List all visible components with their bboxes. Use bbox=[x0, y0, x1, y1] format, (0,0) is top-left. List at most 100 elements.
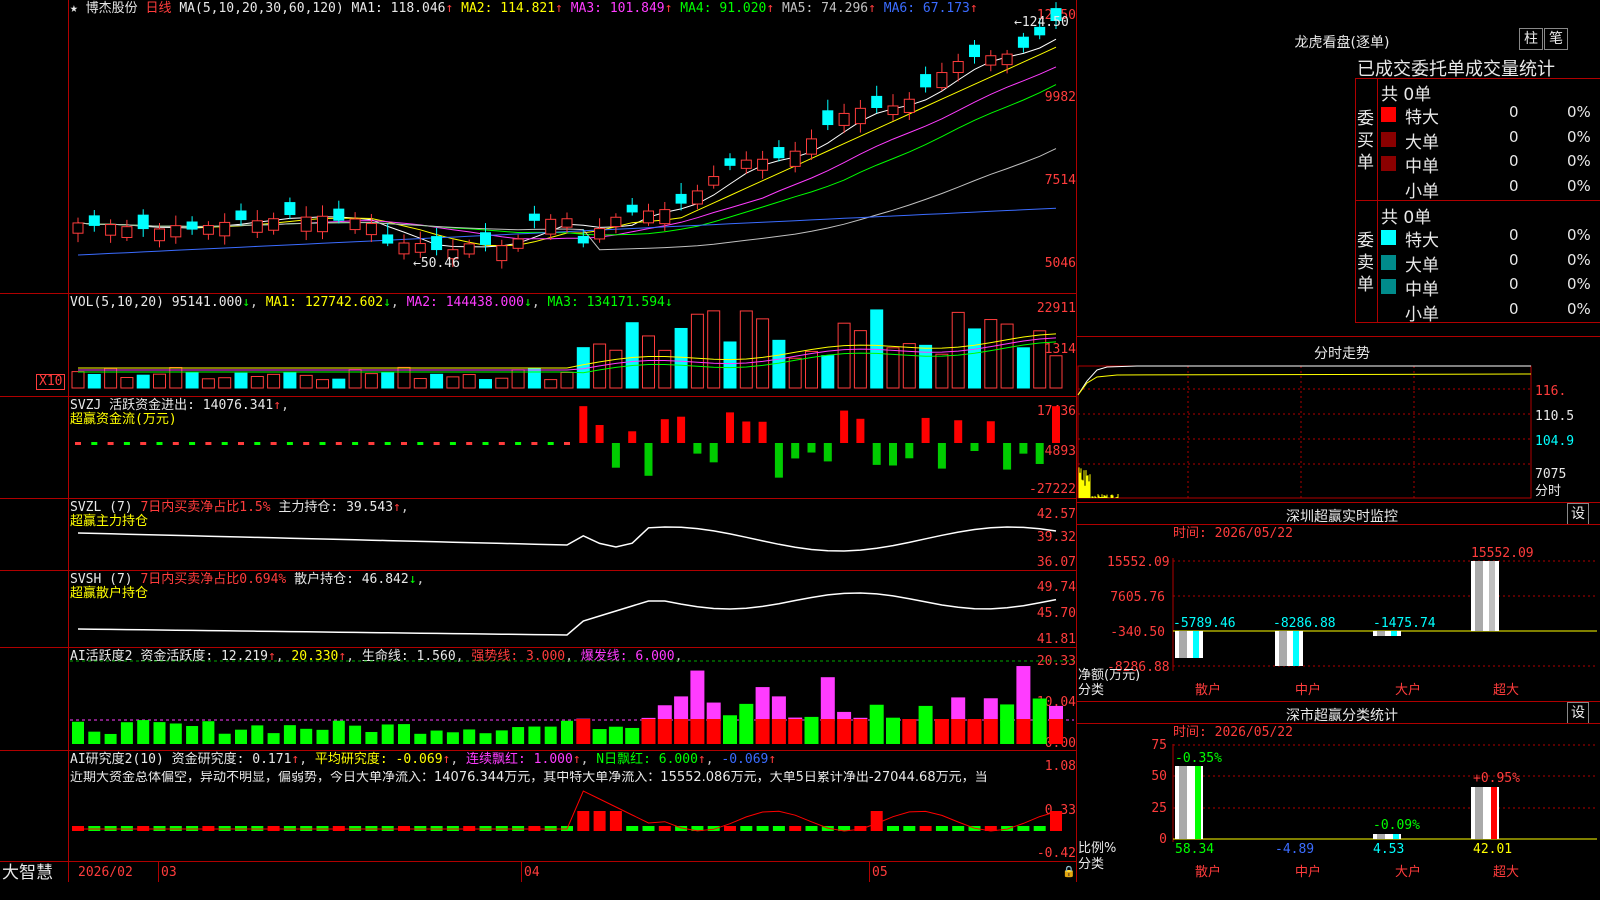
candle-body bbox=[920, 74, 932, 88]
activity-bar bbox=[349, 725, 362, 744]
ai-activity-bars bbox=[70, 660, 1074, 744]
candle-body bbox=[757, 158, 769, 171]
activity-bar bbox=[267, 733, 280, 744]
activity-bar bbox=[869, 704, 884, 744]
intraday-panel[interactable]: 分时走势 116. 110.5 104.9 7075 分时 bbox=[1077, 337, 1600, 502]
price-panel[interactable]: ★ 博杰股份 日线 MA(5,10,20,30,60,120) MA1: 118… bbox=[0, 0, 1076, 293]
sell-row-label: 特大 bbox=[1405, 231, 1439, 251]
candle-body bbox=[838, 112, 850, 126]
activity-bar bbox=[169, 723, 182, 744]
svsh-panel[interactable]: SVSH (7) 7日内买卖净占比0.694% 散户持仓: 46.842↓, 超… bbox=[0, 571, 1076, 647]
flow-bar bbox=[791, 443, 800, 459]
lock-icon[interactable]: 🔒 bbox=[1062, 865, 1076, 879]
activity-bar bbox=[934, 719, 949, 744]
flow-bar bbox=[335, 442, 342, 445]
research-bar bbox=[658, 826, 671, 831]
flow-bar bbox=[352, 442, 359, 445]
flow-bar bbox=[611, 443, 620, 468]
activity-bar bbox=[1049, 705, 1063, 719]
buy-row-count: 0 bbox=[1509, 176, 1519, 195]
candlestick-chart[interactable] bbox=[0, 0, 1076, 293]
net-bar-edge bbox=[1391, 631, 1397, 636]
activity-bar bbox=[430, 730, 443, 744]
activity-bar bbox=[837, 719, 852, 744]
svzj-panel[interactable]: SVZJ 活跃资金进出: 14076.341↑, 超赢资金流(万元) 17436… bbox=[0, 397, 1076, 498]
app-brand: 大智慧 bbox=[2, 863, 53, 883]
research-bar bbox=[707, 826, 720, 831]
flow-bar bbox=[709, 443, 718, 463]
bar-toggle-button[interactable]: 柱 bbox=[1519, 28, 1543, 50]
class-bar-shade bbox=[1179, 766, 1187, 839]
candle-body bbox=[740, 159, 752, 169]
candle-body bbox=[822, 110, 834, 126]
candle-body bbox=[300, 216, 312, 232]
volume-bar bbox=[935, 353, 949, 389]
activity-bar bbox=[755, 687, 770, 719]
activity-bar bbox=[739, 703, 754, 744]
research-bar bbox=[772, 826, 785, 831]
net-bar-shade bbox=[1179, 631, 1187, 658]
volume-panel[interactable]: VOL(5,10,20) 95141.000↓, MA1: 127742.602… bbox=[0, 294, 1076, 396]
volume-bar bbox=[71, 371, 85, 389]
volume-bar bbox=[283, 372, 297, 389]
volume-bar bbox=[560, 371, 574, 389]
candle-body bbox=[789, 150, 801, 167]
research-bar bbox=[577, 811, 590, 831]
flow-bar bbox=[677, 416, 686, 443]
candle-body bbox=[577, 235, 589, 244]
flow-bar bbox=[91, 442, 98, 445]
activity-bar bbox=[88, 731, 101, 744]
candle-body bbox=[105, 224, 117, 236]
activity-bar bbox=[820, 677, 835, 719]
sz-class-panel[interactable]: 深市超赢分类统计 设 时间: 2026/05/22 75 50 25 0 -0.… bbox=[1077, 702, 1600, 882]
activity-bar bbox=[641, 719, 656, 744]
volume-bar bbox=[707, 310, 721, 389]
candle-body bbox=[88, 215, 100, 226]
high-note: ←124.50 bbox=[1014, 15, 1069, 30]
activity-bar bbox=[951, 719, 966, 744]
volume-bar bbox=[853, 330, 867, 389]
candle-body bbox=[382, 234, 394, 244]
flow-bar bbox=[547, 442, 554, 445]
candle-body bbox=[659, 209, 671, 225]
activity-bar bbox=[495, 730, 508, 744]
activity-bar bbox=[674, 719, 689, 744]
research-bar bbox=[1033, 826, 1046, 831]
flow-bar bbox=[889, 443, 897, 466]
ai-research-panel[interactable]: AI研究度2(10) 资金研究度: 0.171↑, 平均研究度: -0.069↑… bbox=[0, 751, 1076, 861]
flow-bar bbox=[970, 443, 979, 452]
buy-row-pct: 0% bbox=[1567, 176, 1591, 195]
flow-bar bbox=[433, 442, 440, 445]
volume-bar bbox=[642, 335, 655, 389]
activity-bar bbox=[1016, 666, 1031, 719]
flow-bar bbox=[531, 442, 538, 445]
volume-bar bbox=[299, 374, 313, 389]
tick-toggle-button[interactable]: 笔 bbox=[1544, 28, 1568, 50]
activity-bar bbox=[104, 733, 117, 744]
flow-bar bbox=[954, 420, 963, 443]
svzl-panel[interactable]: SVZL (7) 7日内买卖净占比1.5% 主力持仓: 39.543↑, 超赢主… bbox=[0, 499, 1076, 570]
activity-bar bbox=[186, 726, 199, 744]
candle-body bbox=[414, 243, 426, 253]
flow-bar bbox=[515, 442, 522, 445]
flow-bar bbox=[726, 412, 734, 443]
flow-bar bbox=[1003, 443, 1012, 470]
ai-activity-panel[interactable]: AI活跃度2 资金活跃度: 12.219↑, 20.330↑, 生命线: 1.5… bbox=[0, 648, 1076, 750]
net-bar-edge bbox=[1489, 561, 1495, 631]
sz-net-bars bbox=[1172, 558, 1597, 671]
sell-total: 共 0单 bbox=[1381, 208, 1432, 228]
activity-bar bbox=[414, 733, 427, 744]
sz-monitor-panel[interactable]: 深圳超赢实时监控 设 时间: 2026/05/22 15552.09 7605.… bbox=[1077, 503, 1600, 701]
candle-body bbox=[121, 226, 133, 238]
research-bar bbox=[1050, 811, 1062, 831]
flow-bar bbox=[1035, 443, 1044, 464]
sell-row-pct: 0% bbox=[1567, 250, 1591, 269]
activity-bar bbox=[788, 719, 803, 744]
buy-row-pct: 0% bbox=[1567, 152, 1591, 170]
volume-bar bbox=[87, 373, 101, 389]
buy-row-count: 0 bbox=[1509, 127, 1519, 146]
intraday-frame bbox=[1077, 365, 1532, 499]
volume-bar bbox=[332, 378, 346, 389]
activity-bar bbox=[820, 719, 835, 744]
flow-bar bbox=[807, 443, 816, 453]
